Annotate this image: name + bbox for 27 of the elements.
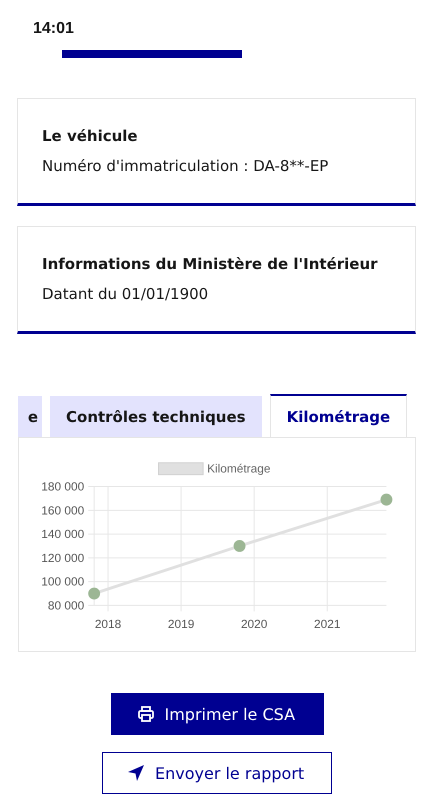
y-tick-label: 100 000 bbox=[41, 574, 84, 589]
y-tick-label: 120 000 bbox=[41, 550, 84, 565]
legend-label: Kilométrage bbox=[207, 462, 270, 476]
print-button[interactable]: Imprimer le CSA bbox=[110, 693, 324, 735]
y-tick-label: 160 000 bbox=[41, 503, 84, 518]
tab[interactable]: Contrôles techniques bbox=[50, 396, 262, 437]
card-text: Numéro d'immatriculation : DA-8**-EP bbox=[42, 157, 330, 175]
x-tick-label: 2018 bbox=[94, 617, 122, 632]
tab[interactable]: e bbox=[18, 396, 42, 437]
status-time: 14:01 bbox=[33, 20, 74, 37]
x-tick-label: 2019 bbox=[168, 617, 194, 632]
x-tick-label: 2020 bbox=[240, 617, 268, 632]
card-text: Datant du 01/01/1900 bbox=[42, 285, 210, 303]
send-button[interactable]: Envoyer le rapport bbox=[102, 752, 332, 794]
x-tick-label: 2021 bbox=[314, 617, 340, 632]
y-tick-label: 80 000 bbox=[48, 598, 84, 612]
data-point bbox=[234, 540, 246, 552]
data-point bbox=[88, 588, 100, 600]
card-title: Le véhicule bbox=[42, 127, 139, 145]
card-title: Informations du Ministère de l'Intérieur bbox=[42, 255, 379, 273]
send-icon bbox=[127, 764, 145, 782]
legend-swatch bbox=[158, 462, 204, 476]
tab[interactable]: Kilométrage bbox=[270, 394, 408, 437]
data-point bbox=[380, 494, 392, 506]
y-tick-label: 140 000 bbox=[41, 527, 84, 542]
printer-icon bbox=[136, 705, 154, 723]
y-tick-label: 180 000 bbox=[41, 480, 84, 494]
